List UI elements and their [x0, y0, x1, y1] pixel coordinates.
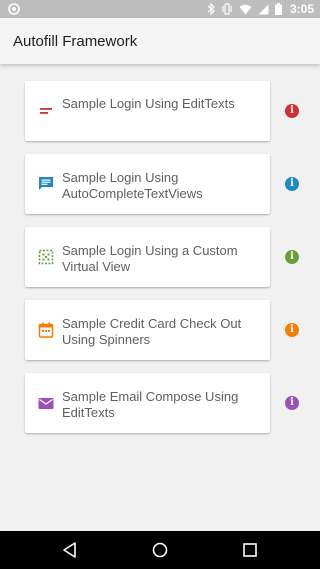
status-time: 3:05 — [289, 2, 314, 16]
info-icon: i — [290, 251, 294, 262]
wifi-icon — [239, 4, 252, 14]
info-icon: i — [290, 397, 294, 408]
info-button[interactable]: i — [285, 323, 299, 337]
recents-icon[interactable] — [241, 541, 259, 559]
sample-label: Sample Login Using AutoCompleteTextViews — [62, 170, 203, 201]
bluetooth-icon — [207, 3, 215, 15]
app-title: Autofill Framework — [13, 33, 138, 50]
list-item: Sample Credit Card Check Out Using Spinn… — [0, 300, 320, 360]
vibrate-icon — [222, 3, 232, 15]
notification-icon — [8, 3, 20, 15]
list-item: Sample Email Compose Using EditTexts i — [0, 373, 320, 433]
info-button[interactable]: i — [285, 396, 299, 410]
info-icon: i — [290, 178, 294, 189]
dashed-grid-icon — [38, 249, 54, 265]
navigation-bar — [0, 531, 320, 569]
app-bar: Autofill Framework — [0, 18, 320, 64]
info-button[interactable]: i — [285, 177, 299, 191]
text-lines-icon — [40, 108, 52, 114]
sample-label: Sample Login Using a Custom Virtual View — [62, 243, 238, 274]
sample-list: Sample Login Using EditTexts i Sample Lo… — [0, 64, 320, 531]
list-item: Sample Login Using AutoCompleteTextViews… — [0, 154, 320, 214]
info-icon: i — [290, 105, 294, 116]
sample-label: Sample Email Compose Using EditTexts — [62, 389, 239, 420]
sample-label: Sample Credit Card Check Out Using Spinn… — [62, 316, 242, 347]
sample-label: Sample Login Using EditTexts — [62, 96, 235, 111]
chat-bubble-icon — [39, 177, 53, 190]
signal-icon — [258, 4, 269, 14]
info-button[interactable]: i — [285, 104, 299, 118]
home-icon[interactable] — [151, 541, 169, 559]
sample-card-email-compose[interactable]: Sample Email Compose Using EditTexts — [25, 373, 270, 433]
battery-icon — [274, 3, 282, 15]
list-item: Sample Login Using EditTexts i — [0, 81, 320, 141]
sample-card-login-autocomplete[interactable]: Sample Login Using AutoCompleteTextViews — [25, 154, 270, 214]
sample-card-credit-card[interactable]: Sample Credit Card Check Out Using Spinn… — [25, 300, 270, 360]
email-icon — [38, 398, 54, 409]
info-button[interactable]: i — [285, 250, 299, 264]
status-bar: 3:05 — [0, 0, 320, 18]
sample-card-login-virtual-view[interactable]: Sample Login Using a Custom Virtual View — [25, 227, 270, 287]
list-item: Sample Login Using a Custom Virtual View… — [0, 227, 320, 287]
info-icon: i — [290, 324, 294, 335]
calendar-icon — [38, 322, 54, 338]
back-icon[interactable] — [61, 541, 79, 559]
sample-card-login-edittexts[interactable]: Sample Login Using EditTexts — [25, 81, 270, 141]
